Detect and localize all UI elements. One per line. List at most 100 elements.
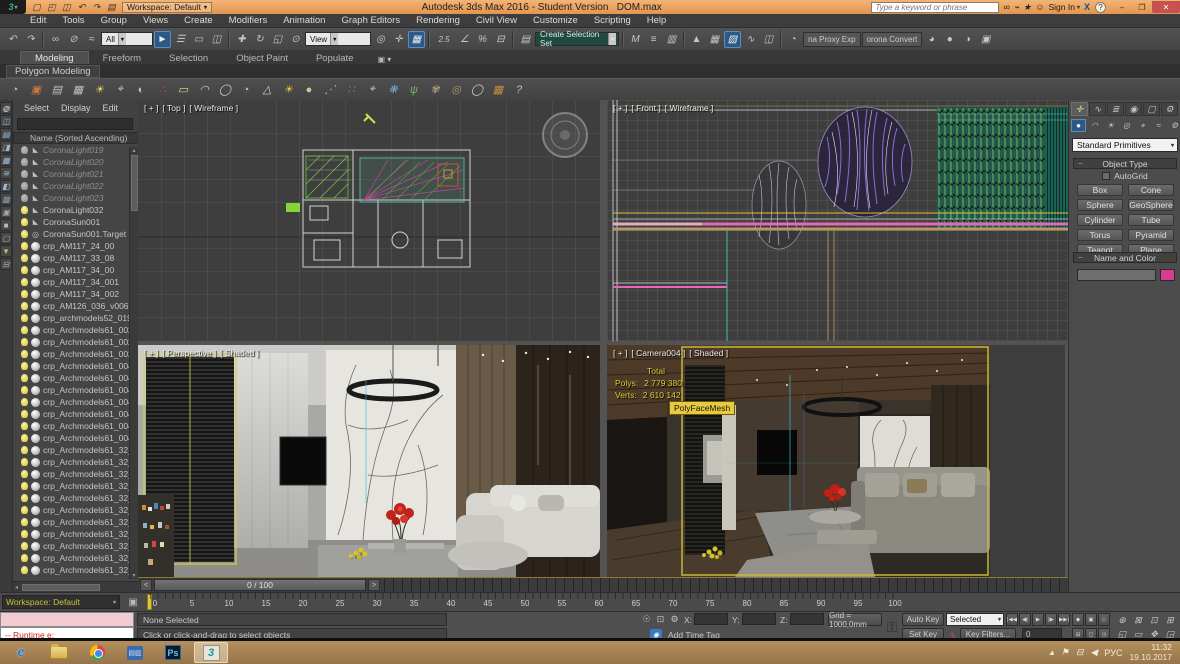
close-button[interactable]: ✕ xyxy=(1152,1,1180,13)
search-binoculars-icon[interactable]: ∞ xyxy=(1003,2,1009,12)
create-tab-icon[interactable]: ✛ xyxy=(1071,102,1088,116)
help-icon[interactable]: ? xyxy=(1095,2,1106,13)
visibility-bulb-icon[interactable] xyxy=(21,218,28,226)
keyboard-language[interactable]: РУС xyxy=(1104,648,1122,658)
schematic-view-icon[interactable]: ◫ xyxy=(760,31,777,48)
z-coordinate-field[interactable] xyxy=(790,613,824,625)
explorer-collapse-icon[interactable]: ⊟ xyxy=(0,258,12,270)
mute-track-icon[interactable]: ◇ xyxy=(1098,613,1110,626)
exchange-apps-icon[interactable]: X xyxy=(1084,2,1090,12)
go-end-icon[interactable]: ▶▶| xyxy=(1058,613,1070,626)
explorer-frozen-icon[interactable]: ▢ xyxy=(0,232,12,244)
viewport-menu-button[interactable]: [ + ] xyxy=(613,348,627,358)
align-icon[interactable]: ≡ xyxy=(645,31,662,48)
primitive-button[interactable]: GeoSphere xyxy=(1128,199,1174,211)
object-type-rollout[interactable]: −Object Type xyxy=(1073,158,1177,169)
mirror-icon[interactable]: M xyxy=(627,31,644,48)
corona-light-lister-icon[interactable]: ▤ xyxy=(48,81,66,99)
bird-icon[interactable]: ✾ xyxy=(426,81,444,99)
angle-snap-icon[interactable]: ∠ xyxy=(456,31,473,48)
taskbar-photoshop-button[interactable]: Ps xyxy=(156,642,190,663)
modify-tab-icon[interactable]: ∿ xyxy=(1089,102,1106,116)
lights-icon[interactable]: ☀ xyxy=(1103,119,1118,132)
shapes-icon[interactable]: ◠ xyxy=(1087,119,1102,132)
viewport-name-button[interactable]: [ Perspective ] xyxy=(162,348,216,358)
explorer-groups-icon[interactable]: ◧ xyxy=(0,180,12,192)
primitive-button[interactable]: Box xyxy=(1077,184,1123,196)
render-iterative-icon[interactable]: ◑ xyxy=(959,31,976,48)
prev-frame-button[interactable]: < xyxy=(140,579,152,591)
frame-ruler[interactable]: 0510152025303540455055606570758085909510… xyxy=(145,593,905,612)
percent-snap-icon[interactable]: % xyxy=(474,31,491,48)
viewport-shading-button[interactable]: [ Wireframe ] xyxy=(189,103,238,113)
viewport-perspective[interactable]: [ + ] [ Perspective ] [ Shaded ] xyxy=(138,345,600,577)
visibility-bulb-icon[interactable] xyxy=(21,146,28,154)
reference-coordinate-dropdown[interactable]: View▾ xyxy=(305,32,371,46)
bind-spacewarp-icon[interactable]: ≈ xyxy=(83,31,100,48)
menu-item[interactable]: Group xyxy=(93,15,135,26)
open-explorer-icon[interactable]: ▧ xyxy=(724,31,741,48)
select-place-icon[interactable]: ⊙ xyxy=(287,31,304,48)
visibility-bulb-icon[interactable] xyxy=(21,434,28,442)
sign-in-button[interactable]: Sign In xyxy=(1049,2,1075,12)
play-icon[interactable]: ▶ xyxy=(1032,613,1044,626)
taskbar-ie-button[interactable]: e xyxy=(4,642,38,663)
visibility-bulb-icon[interactable] xyxy=(21,554,28,562)
corona-vfb-icon[interactable]: ▣ xyxy=(27,81,45,99)
scroll-left-icon[interactable]: ◂ xyxy=(15,584,18,591)
ribbon-tab[interactable]: Modeling xyxy=(20,51,89,65)
undo-qat-icon[interactable]: ↶ xyxy=(75,1,88,13)
menu-item[interactable]: Edit xyxy=(22,15,54,26)
object-name-field[interactable] xyxy=(1077,269,1156,281)
explorer-shapes-icon[interactable]: ◫ xyxy=(0,115,12,127)
menu-item[interactable]: Animation xyxy=(275,15,333,26)
zoom-all-icon[interactable]: ⊠ xyxy=(1130,613,1146,627)
moon-sphere-icon[interactable]: ◯ xyxy=(468,81,486,99)
visibility-bulb-icon[interactable] xyxy=(21,422,28,430)
communication-center-icon[interactable]: ⌁ xyxy=(1014,2,1019,13)
isolate-toggle-icon[interactable]: ☉ xyxy=(640,613,653,626)
curve-editor-icon[interactable]: ∿ xyxy=(742,31,759,48)
geosphere-icon[interactable]: ● xyxy=(300,81,318,99)
application-menu-button[interactable]: 3▾ xyxy=(0,0,26,14)
layer-manager-icon[interactable]: ▥ xyxy=(663,31,680,48)
sun-icon[interactable]: ☀ xyxy=(279,81,297,99)
taskbar-3dsmax-button[interactable]: 3 xyxy=(194,642,228,663)
viewport-menu-button[interactable]: [ + ] xyxy=(144,103,158,113)
taskbar-clock[interactable]: 11:3219.10.2017 xyxy=(1129,643,1172,662)
corona-converter-button[interactable]: orona Convert xyxy=(862,32,923,47)
spheres-pair-icon[interactable]: ∷ xyxy=(342,81,360,99)
workspace-dropdown-bottom[interactable]: Workspace: Default▾ xyxy=(2,595,120,609)
selection-filter-dropdown[interactable]: All▾ xyxy=(101,32,153,46)
window-crossing-icon[interactable]: ◫ xyxy=(208,31,225,48)
explorer-hidden-icon[interactable]: ▼ xyxy=(0,245,12,257)
named-selection-set-dropdown[interactable]: Create Selection Set▾ xyxy=(535,32,619,46)
default-in-tangent-icon[interactable]: ◆ xyxy=(1072,613,1084,626)
explorer-bones-icon[interactable]: ▣ xyxy=(0,206,12,218)
viewport-name-button[interactable]: [ Top ] xyxy=(162,103,185,113)
corona-sun-icon[interactable]: ◐ xyxy=(132,81,150,99)
visibility-bulb-icon[interactable] xyxy=(21,350,28,358)
primitive-button[interactable]: Pyramid xyxy=(1128,229,1174,241)
visibility-bulb-icon[interactable] xyxy=(21,254,28,262)
tray-network-icon[interactable]: ⊟ xyxy=(1076,647,1084,658)
viewport-name-button[interactable]: [ Front ] xyxy=(631,103,660,113)
cone-primitive-icon[interactable]: △ xyxy=(258,81,276,99)
project-folder-icon[interactable]: ▤ xyxy=(105,1,118,13)
select-object-icon[interactable]: ► xyxy=(154,31,171,48)
visibility-bulb-icon[interactable] xyxy=(21,458,28,466)
time-slider[interactable]: 0 / 100 xyxy=(154,579,366,591)
visibility-bulb-icon[interactable] xyxy=(21,386,28,394)
scroll-down-icon[interactable]: ▾ xyxy=(132,572,135,579)
open-file-icon[interactable]: ◰ xyxy=(45,1,58,13)
explorer-xrefs-icon[interactable]: ▩ xyxy=(0,193,12,205)
geometry-icon[interactable]: ● xyxy=(1071,119,1086,132)
display-tab-icon[interactable]: ▢ xyxy=(1143,102,1160,116)
visibility-bulb-icon[interactable] xyxy=(21,326,28,334)
primitive-button[interactable]: Cone xyxy=(1128,184,1174,196)
prev-frame-icon[interactable]: ◀| xyxy=(1019,613,1031,626)
visibility-bulb-icon[interactable] xyxy=(21,170,28,178)
visibility-bulb-icon[interactable] xyxy=(21,314,28,322)
signin-person-icon[interactable]: ☺ xyxy=(1035,2,1044,12)
workspace-dropdown-top[interactable]: Workspace: Default▾ xyxy=(122,2,212,13)
